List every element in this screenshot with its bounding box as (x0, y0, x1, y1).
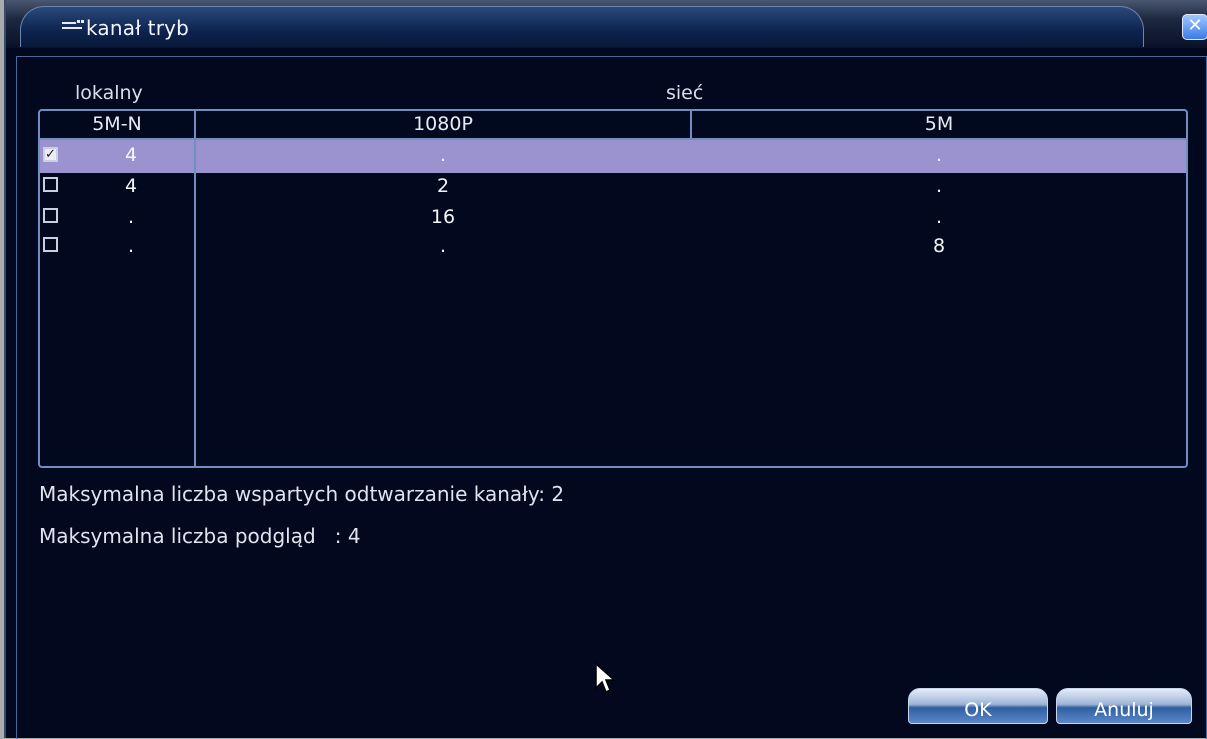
mouse-cursor-icon (595, 662, 616, 694)
table-cell: . (127, 206, 135, 228)
table-cell: . (439, 235, 447, 257)
column-header-1080p[interactable]: 1080P (196, 113, 690, 135)
channel-mode-table: 5M-N 1080P 5M ✓ 4 . . 4 2 . . 16 . . . 8 (38, 109, 1188, 468)
group-header-network: sieć (666, 82, 704, 104)
table-cell: . (127, 235, 135, 257)
row-checkbox[interactable]: ✓ (43, 147, 58, 162)
table-cell: 4 (124, 144, 138, 166)
channel-icon (62, 20, 84, 29)
table-cell: 8 (932, 235, 946, 257)
table-cell: 2 (436, 175, 450, 197)
table-cell: . (935, 206, 943, 228)
close-icon: ✕ (1187, 15, 1203, 36)
row-checkbox[interactable] (43, 177, 58, 192)
window-title: kanał tryb (86, 16, 190, 40)
table-cell: . (439, 144, 447, 166)
column-header-5m-n[interactable]: 5M-N (40, 113, 194, 135)
table-cell: 16 (430, 206, 456, 228)
cancel-button[interactable]: Anuluj (1056, 688, 1192, 724)
title-bar: kanał tryb ✕ (6, 0, 1207, 48)
group-header-local: lokalny (75, 82, 143, 104)
close-button[interactable]: ✕ (1182, 14, 1207, 40)
column-header-5m[interactable]: 5M (692, 113, 1186, 135)
header-divider (40, 138, 1186, 140)
table-cell: . (935, 144, 943, 166)
dialog-window: kanał tryb ✕ lokalny sieć 5M-N 1080P 5M … (4, 0, 1207, 739)
table-cell: 4 (124, 175, 138, 197)
row-checkbox[interactable] (43, 237, 58, 252)
max-playback-channels-label: Maksymalna liczba wspartych odtwarzanie … (39, 482, 565, 506)
row-checkbox[interactable] (43, 208, 58, 223)
table-cell: . (935, 175, 943, 197)
ok-button[interactable]: OK (908, 688, 1048, 724)
max-preview-label: Maksymalna liczba podgląd : 4 (39, 524, 361, 548)
